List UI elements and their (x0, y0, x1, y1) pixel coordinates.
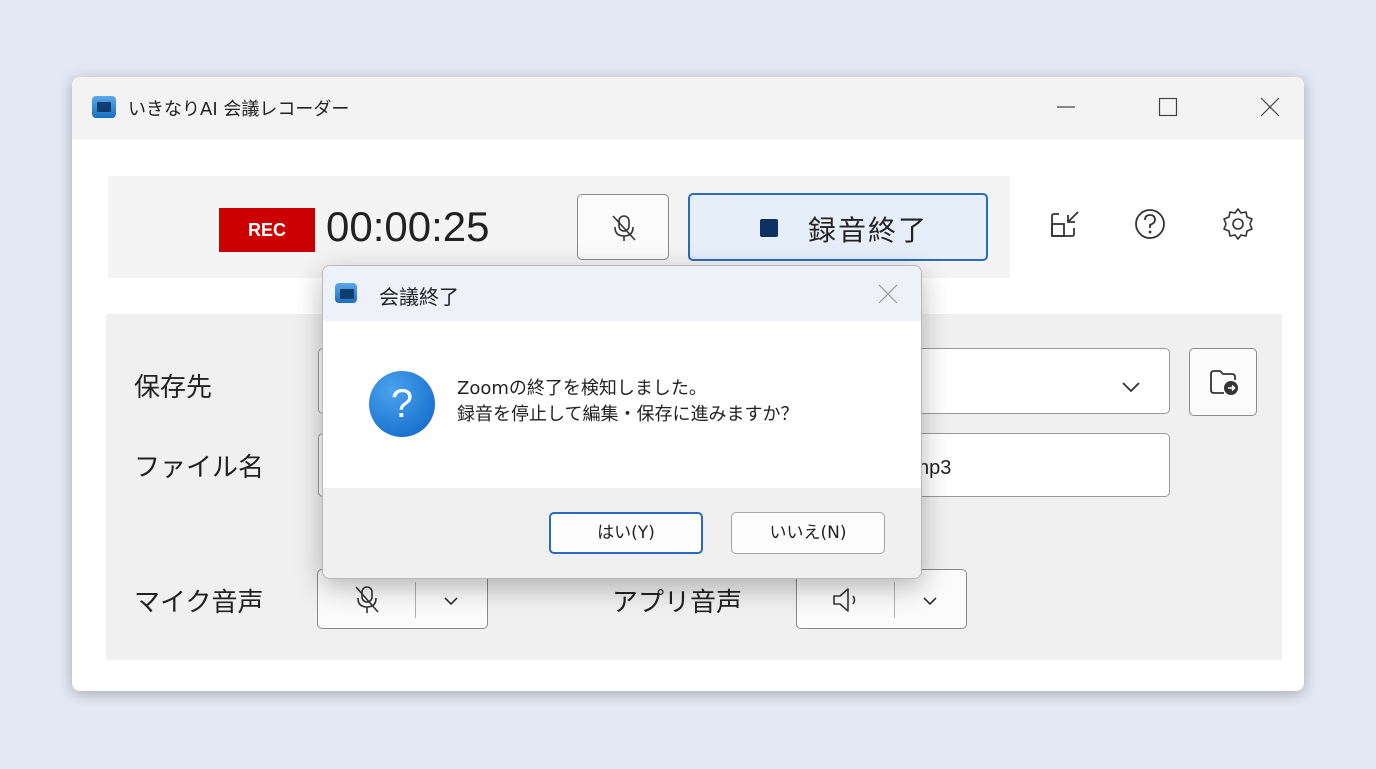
close-icon (1260, 97, 1280, 117)
maximize-button[interactable] (1146, 87, 1190, 127)
dialog-close-button[interactable] (871, 278, 905, 310)
mic-mute-button[interactable] (577, 194, 669, 260)
mini-mode-button[interactable] (1046, 204, 1086, 244)
dialog-message-line: 録音を停止して編集・保存に進みますか？ (457, 404, 799, 425)
stop-icon (760, 219, 778, 237)
dialog-footer: はい(Y) いいえ(N) (323, 488, 921, 578)
maximize-icon (1158, 97, 1178, 117)
app-audio-label: アプリ音声 (612, 588, 743, 618)
file-name-value: np3 (918, 457, 952, 479)
help-icon (1135, 209, 1165, 239)
dialog-title: 会議終了 (379, 285, 459, 309)
window-title: いきなりAI 会議レコーダー (128, 99, 350, 120)
mini-mode-icon (1051, 211, 1079, 237)
yes-button[interactable]: はい(Y) (549, 512, 703, 554)
meeting-end-dialog: 会議終了 ? Zoomの終了を検知しました。 録音を停止して編集・保存に進みます… (322, 265, 922, 579)
mic-muted-icon (355, 586, 379, 613)
elapsed-timer: 00:00:25 (326, 203, 490, 250)
speaker-icon (833, 588, 856, 612)
mic-audio-label: マイク音声 (134, 588, 264, 618)
settings-icon (1223, 208, 1253, 240)
file-name-label: ファイル名 (134, 453, 265, 483)
stop-recording-label: 録音終了 (808, 214, 929, 247)
app-icon (335, 283, 357, 303)
settings-button[interactable] (1218, 204, 1258, 244)
question-icon: ? (369, 371, 435, 437)
dialog-message: Zoomの終了を検知しました。 録音を停止して編集・保存に進みますか？ (457, 376, 798, 428)
chevron-down-icon[interactable] (440, 590, 462, 612)
minimize-button[interactable] (1044, 87, 1088, 127)
close-icon (878, 284, 898, 304)
split-divider (415, 582, 416, 618)
dialog-message-line: Zoomの終了を検知しました。 (457, 378, 707, 399)
mic-muted-icon (612, 215, 636, 241)
chevron-down-icon[interactable] (919, 590, 941, 612)
minimize-icon (1057, 106, 1075, 108)
titlebar: いきなりAI 会議レコーダー (72, 77, 1304, 139)
app-icon (92, 96, 116, 118)
rec-badge: REC (219, 208, 315, 252)
choose-folder-button[interactable] (1189, 348, 1257, 416)
help-button[interactable] (1130, 204, 1170, 244)
dialog-titlebar: 会議終了 (323, 266, 921, 321)
chevron-down-icon (1122, 382, 1140, 393)
save-location-label: 保存先 (134, 373, 213, 403)
split-divider (894, 582, 895, 618)
stop-recording-button[interactable]: 録音終了 (688, 193, 988, 261)
no-button[interactable]: いいえ(N) (731, 512, 885, 554)
folder-open-icon (1210, 370, 1238, 395)
close-button[interactable] (1248, 87, 1292, 127)
